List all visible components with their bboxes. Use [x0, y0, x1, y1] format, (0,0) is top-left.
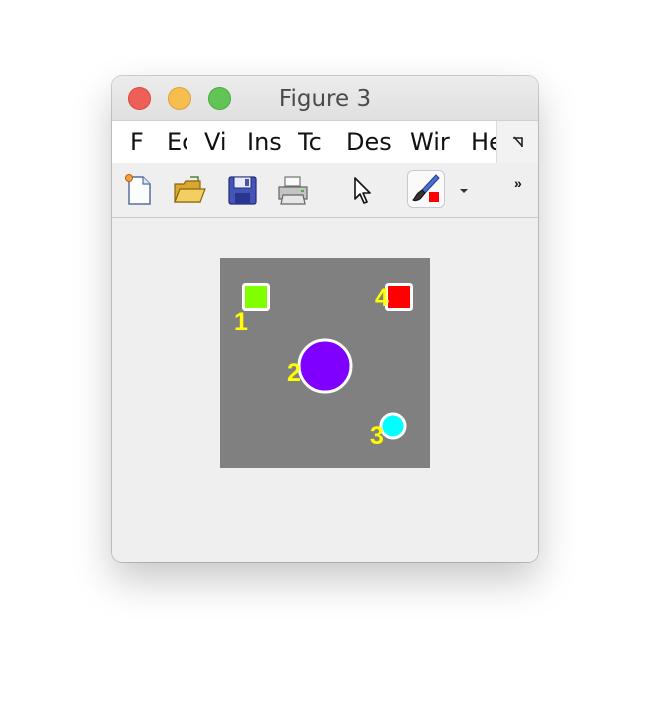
- object-label-3: 3: [370, 422, 384, 450]
- select-pointer-button[interactable]: [348, 173, 382, 207]
- object-label-2: 2: [287, 359, 301, 387]
- figure-canvas: 1 2 3 4: [112, 218, 538, 562]
- window-title: Figure 3: [278, 86, 372, 112]
- object-label-4: 4: [375, 284, 389, 312]
- open-folder-icon: [174, 176, 206, 203]
- save-button[interactable]: [226, 173, 260, 207]
- object-label-1: 1: [234, 308, 248, 336]
- menu-tools[interactable]: Tc: [298, 127, 330, 157]
- menu-help[interactable]: He: [471, 127, 497, 157]
- figure-window: Figure 3 F Ec Vi Ins Tc Des Wir He: [112, 76, 538, 562]
- print-button[interactable]: [276, 173, 310, 207]
- toolbar-overflow-button[interactable]: »: [514, 175, 522, 191]
- print-icon: [278, 176, 308, 205]
- brush-dropdown-button[interactable]: [458, 183, 470, 201]
- title-bar[interactable]: Figure 3: [112, 76, 538, 120]
- overflow-arrow-icon: [513, 136, 523, 147]
- pointer-arrow-icon: [354, 177, 371, 204]
- menu-window[interactable]: Wir: [410, 127, 455, 157]
- brush-icon: [412, 174, 440, 202]
- menu-edit[interactable]: Ec: [167, 127, 187, 157]
- save-disk-icon: [228, 176, 257, 205]
- menu-desktop[interactable]: Des: [346, 127, 394, 157]
- object-1-square: [242, 283, 270, 311]
- menu-file[interactable]: F: [130, 127, 146, 157]
- menu-insert[interactable]: Ins: [247, 127, 282, 157]
- menu-bar: F Ec Vi Ins Tc Des Wir He: [112, 120, 538, 164]
- brush-button[interactable]: [407, 170, 445, 208]
- new-figure-icon: [125, 174, 151, 205]
- plot-overlay: 1 2 3 4: [234, 283, 413, 450]
- figure-toolbar: »: [112, 163, 538, 218]
- image-axes[interactable]: 1 2 3 4: [220, 258, 430, 468]
- menu-view[interactable]: Vi: [204, 127, 231, 157]
- object-2-circle: [297, 338, 353, 394]
- object-3-circle: [379, 412, 407, 440]
- object-4-square: [385, 283, 413, 311]
- menu-overflow-button[interactable]: [496, 121, 538, 163]
- chevron-down-icon: [460, 189, 468, 193]
- new-figure-button[interactable]: [122, 173, 156, 207]
- open-file-button[interactable]: [172, 173, 206, 207]
